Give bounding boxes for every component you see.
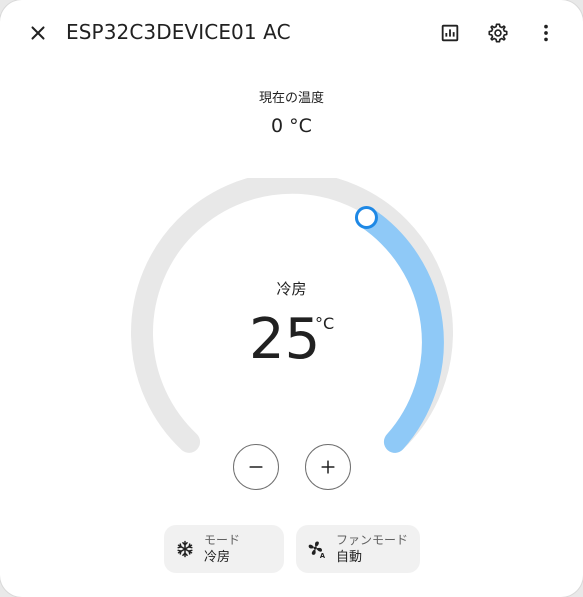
hvac-action-label: 冷房	[276, 280, 307, 298]
gear-icon	[488, 23, 508, 43]
dialog-title: ESP32C3DEVICE01 AC	[66, 20, 291, 44]
hvac-mode-chip-text: モード 冷房	[204, 532, 240, 566]
current-temperature-value: 0 °C	[271, 115, 312, 137]
close-button[interactable]	[18, 13, 58, 53]
fan-auto-icon: A	[306, 538, 328, 560]
chart-icon	[441, 24, 459, 42]
history-button[interactable]	[430, 13, 470, 53]
dialog-header: ESP32C3DEVICE01 AC	[0, 0, 583, 64]
fan-mode-chip-title: ファンモード	[336, 533, 409, 547]
dial-handle[interactable]	[354, 206, 378, 230]
fan-mode-chip[interactable]: A ファンモード 自動	[296, 525, 420, 573]
close-icon	[31, 26, 45, 40]
climate-dialog: ESP32C3DEVICE01 AC 現在の温度 0 °C 冷房 25 °C モ…	[0, 0, 583, 597]
hvac-mode-chip[interactable]: モード 冷房	[164, 525, 284, 573]
decrease-temperature-button[interactable]	[233, 444, 279, 490]
svg-text:A: A	[320, 552, 326, 559]
fan-mode-chip-value: 自動	[336, 550, 363, 565]
current-temperature-label: 現在の温度	[258, 91, 324, 106]
fan-mode-chip-text: ファンモード 自動	[336, 532, 408, 566]
target-temperature-unit: °C	[315, 314, 335, 333]
snowflake-icon	[174, 538, 196, 560]
more-vertical-icon	[544, 24, 548, 42]
minus-icon	[249, 466, 263, 468]
current-temperature: 現在の温度 0 °C	[0, 90, 583, 140]
target-temperature: 25 °C	[249, 307, 349, 377]
increase-temperature-button[interactable]	[305, 444, 351, 490]
plus-icon	[321, 460, 335, 474]
target-temperature-value: 25	[249, 307, 321, 372]
settings-button[interactable]	[478, 13, 518, 53]
more-options-button[interactable]	[526, 13, 566, 53]
hvac-mode-chip-title: モード	[204, 533, 241, 547]
hvac-mode-chip-value: 冷房	[204, 550, 231, 565]
